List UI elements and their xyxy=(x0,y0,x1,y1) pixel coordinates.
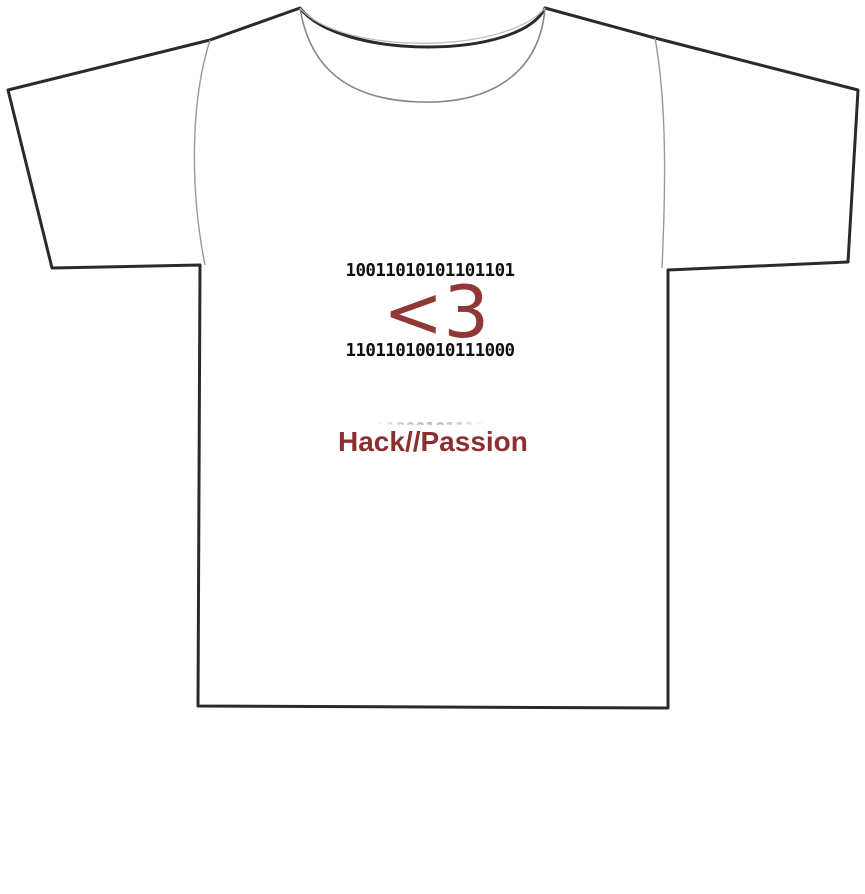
heart-emoticon: <3 xyxy=(383,270,490,354)
tagline-text: Hack//Passion xyxy=(338,426,528,457)
t-shirt-mockup: 10011010101101101 11011010010111000 1011… xyxy=(0,0,865,838)
binary-row: 00011000010111010 xyxy=(345,738,516,758)
binary-row: 11100101001000000 xyxy=(345,817,516,838)
